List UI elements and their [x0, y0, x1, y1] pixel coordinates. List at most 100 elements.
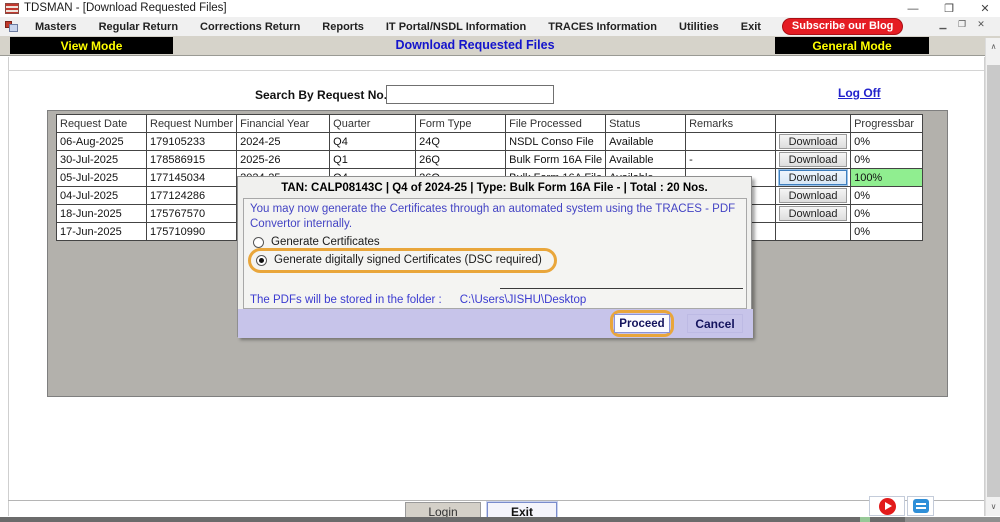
column-header: Status [606, 115, 686, 133]
progress-cell: 0% [851, 205, 923, 223]
progress-cell: 0% [851, 187, 923, 205]
vertical-scrollbar[interactable]: ∧ ∨ [985, 38, 1000, 516]
table-header-row: Request DateRequest NumberFinancial Year… [57, 115, 923, 133]
column-header [776, 115, 851, 133]
menu-item-regular-return[interactable]: Regular Return [88, 21, 189, 33]
tab-view-mode[interactable]: View Mode [10, 37, 173, 54]
column-header: Remarks [686, 115, 776, 133]
cell-request-number: 175767570 [147, 205, 237, 223]
download-button[interactable]: Download [779, 170, 847, 185]
download-button[interactable]: Download [779, 134, 847, 149]
cell-request-date: 17-Jun-2025 [57, 223, 147, 241]
cell-request-date: 04-Jul-2025 [57, 187, 147, 205]
divider [8, 70, 984, 71]
radio-label: Generate digitally signed Certificates (… [274, 254, 542, 266]
cell-download: Download [776, 187, 851, 205]
cell-financial-year: 2024-25 [237, 133, 330, 151]
minimize-icon[interactable]: — [906, 3, 920, 15]
cell-financial-year: 2025-26 [237, 151, 330, 169]
dialog-title: TAN: CALP08143C | Q4 of 2024-25 | Type: … [238, 182, 751, 194]
cell-request-number: 178586915 [147, 151, 237, 169]
restore-icon[interactable]: ❐ [942, 2, 956, 15]
cell-request-number: 177145034 [147, 169, 237, 187]
scrollbar-thumb[interactable] [987, 65, 1000, 497]
column-header: Quarter [330, 115, 416, 133]
cell-status: Available [606, 151, 686, 169]
subscribe-blog-badge[interactable]: Subscribe our Blog [782, 18, 903, 35]
progress-cell: 100% [851, 169, 923, 187]
progress-cell: 0% [851, 133, 923, 151]
divider [8, 500, 984, 501]
cell-download: Download [776, 151, 851, 169]
table-row: 06-Aug-20251791052332024-25Q424QNSDL Con… [57, 133, 923, 151]
cancel-button[interactable]: Cancel [687, 314, 743, 333]
progress-cell: 0% [851, 151, 923, 169]
column-header: Request Date [57, 115, 147, 133]
menu-bar: MastersRegular ReturnCorrections ReturnR… [0, 17, 1000, 36]
cell-download: Download [776, 133, 851, 151]
tab-general-mode[interactable]: General Mode [775, 37, 929, 54]
divider [500, 288, 743, 289]
cell-remarks: - [686, 151, 776, 169]
column-header: Request Number [147, 115, 237, 133]
scroll-down-icon[interactable]: ∨ [986, 498, 1000, 514]
column-header: Progressbar [851, 115, 923, 133]
folder-label: The PDFs will be stored in the folder : [250, 294, 442, 306]
window-title: TDSMAN - [Download Requested Files] [24, 2, 227, 14]
taskbar-green-segment [860, 517, 870, 522]
download-button[interactable]: Download [779, 152, 847, 167]
column-header: Form Type [416, 115, 506, 133]
menu-item-reports[interactable]: Reports [311, 21, 375, 33]
radio-generate-certificates[interactable]: Generate Certificates [253, 236, 380, 248]
search-input[interactable] [386, 85, 554, 104]
document-button[interactable] [907, 496, 934, 516]
title-bar: TDSMAN - [Download Requested Files] — ❐ … [0, 0, 1000, 17]
scroll-up-icon[interactable]: ∧ [986, 38, 1000, 54]
proceed-highlight-ring: Proceed [610, 310, 674, 338]
menu-item-traces-information[interactable]: TRACES Information [537, 21, 668, 33]
cell-status: Available [606, 133, 686, 151]
menu-item-exit[interactable]: Exit [730, 21, 772, 33]
dialog-intro-text: You may now generate the Certificates th… [250, 202, 745, 232]
proceed-button[interactable]: Proceed [614, 314, 670, 333]
cell-request-date: 30-Jul-2025 [57, 151, 147, 169]
download-button[interactable]: Download [779, 188, 847, 203]
radio-generate-dsc-certificates[interactable]: Generate digitally signed Certificates (… [248, 248, 557, 273]
log-off-link[interactable]: Log Off [838, 86, 881, 100]
page-title: Download Requested Files [175, 38, 775, 52]
cell-quarter: Q4 [330, 133, 416, 151]
dialog-button-strip: Proceed Cancel [238, 309, 753, 338]
mdi-restore-icon[interactable]: ❐ [957, 19, 967, 30]
radio-label: Generate Certificates [271, 236, 380, 248]
cell-download [776, 223, 851, 241]
taskbar-strip [0, 517, 1000, 522]
cell-download: Download [776, 205, 851, 223]
folder-path: C:\Users\JISHU\Desktop [460, 294, 587, 306]
download-button[interactable]: Download [779, 206, 847, 221]
menu-item-utilities[interactable]: Utilities [668, 21, 730, 33]
close-icon[interactable]: ✕ [978, 2, 992, 15]
radio-icon[interactable] [253, 237, 264, 248]
column-header: Financial Year [237, 115, 330, 133]
cell-file-processed: NSDL Conso File [506, 133, 606, 151]
cell-form-type: 24Q [416, 133, 506, 151]
cell-download: Download [776, 169, 851, 187]
menu-item-corrections-return[interactable]: Corrections Return [189, 21, 311, 33]
menu-item-masters[interactable]: Masters [24, 21, 88, 33]
radio-selected-icon[interactable] [256, 255, 267, 266]
cell-request-date: 05-Jul-2025 [57, 169, 147, 187]
mode-bar: View Mode Download Requested Files Gener… [0, 36, 1000, 56]
cell-request-number: 179105233 [147, 133, 237, 151]
menu-items: MastersRegular ReturnCorrections ReturnR… [24, 21, 772, 33]
column-header: File Processed [506, 115, 606, 133]
certificate-dialog: TAN: CALP08143C | Q4 of 2024-25 | Type: … [237, 176, 752, 337]
cell-quarter: Q1 [330, 151, 416, 169]
mdi-close-icon[interactable]: ✕ [976, 19, 986, 30]
dialog-panel: You may now generate the Certificates th… [243, 198, 747, 309]
mdi-minimize-icon[interactable]: ▁ [938, 19, 948, 30]
cell-remarks [686, 133, 776, 151]
menu-item-it-portal-nsdl-information[interactable]: IT Portal/NSDL Information [375, 21, 537, 33]
youtube-button[interactable] [869, 496, 905, 516]
cell-request-number: 175710990 [147, 223, 237, 241]
app-icon [5, 3, 19, 14]
